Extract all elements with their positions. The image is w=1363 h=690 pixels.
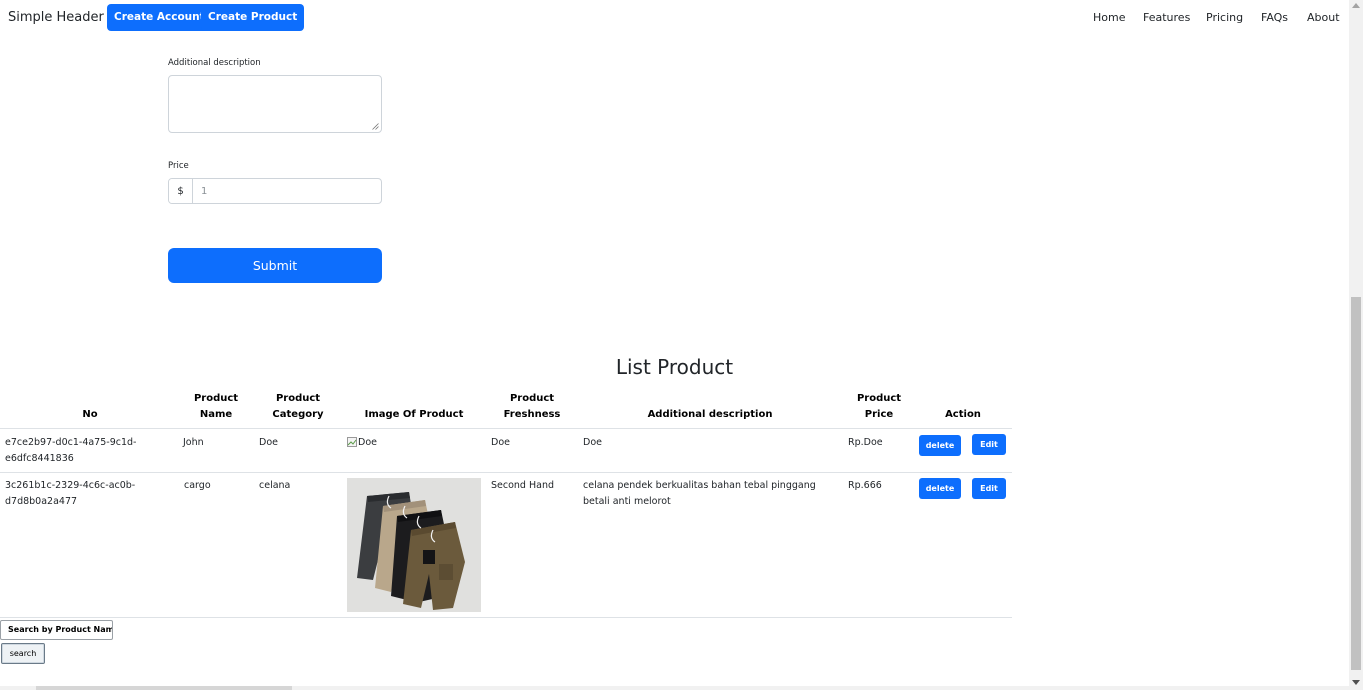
header-product-name-line2: Name (199, 409, 233, 420)
brand-title[interactable]: Simple Header (8, 10, 104, 25)
horizontal-scrollbar[interactable] (0, 686, 1349, 690)
row-description-line2: betali anti melorot (583, 496, 671, 507)
nav-home[interactable]: Home (1093, 11, 1125, 24)
vertical-scrollbar[interactable] (1349, 0, 1363, 690)
row-description-line1: celana pendek berkualitas bahan tebal pi… (583, 480, 816, 491)
row-price: Rp.666 (848, 480, 882, 491)
header-product-name: Product Name (180, 391, 252, 423)
header-no: No (82, 409, 98, 420)
row-description: celana pendek berkualitas bahan tebal pi… (583, 478, 816, 510)
scroll-down-arrow-icon[interactable] (1352, 680, 1360, 685)
table-divider (0, 428, 1012, 429)
nav-features[interactable]: Features (1143, 11, 1190, 24)
list-title: List Product (615, 355, 734, 379)
search-button[interactable]: search (1, 643, 45, 664)
row-id: e7ce2b97-d0c1-4a75-9c1d- e6dfc8441836 (5, 435, 136, 467)
table-divider (0, 472, 1012, 473)
row-product-image (347, 478, 481, 612)
row-id-line1: e7ce2b97-d0c1-4a75-9c1d- (5, 437, 137, 448)
row-id-line2: e6dfc8441836 (5, 453, 74, 464)
header-product-category-line1: Product (275, 393, 321, 404)
edit-button[interactable]: Edit (972, 478, 1006, 499)
shorts-photo (347, 478, 481, 612)
broken-image-icon (347, 437, 357, 447)
header-product-price-line2: Price (864, 409, 894, 420)
nav-about[interactable]: About (1307, 11, 1340, 24)
header-product-price: Product Price (846, 391, 912, 423)
row-id-line1: 3c261b1c-2329-4c6c-ac0b- (5, 480, 136, 491)
header-additional-description: Additional description (647, 409, 773, 420)
row-id: 3c261b1c-2329-4c6c-ac0b- d7d8b0a2a477 (5, 478, 135, 510)
price-label: Price (168, 161, 189, 171)
row-product-freshness: Doe (491, 437, 510, 448)
top-header: Simple Header Create Account Create Prod… (0, 0, 1349, 36)
scroll-up-arrow-icon[interactable] (1352, 3, 1360, 8)
additional-description-textarea[interactable] (168, 75, 382, 133)
additional-description-label: Additional description (168, 58, 261, 68)
vertical-scroll-thumb[interactable] (1351, 297, 1361, 670)
delete-button[interactable]: delete (919, 478, 961, 499)
header-product-freshness: Product Freshness (492, 391, 572, 423)
header-product-price-line1: Product (856, 393, 902, 404)
create-account-button[interactable]: Create Account (107, 4, 212, 31)
price-input[interactable]: 1 (193, 179, 381, 203)
header-product-freshness-line1: Product (509, 393, 555, 404)
nav-faqs[interactable]: FAQs (1261, 11, 1288, 24)
header-product-category: Product Category (258, 391, 338, 423)
edit-button[interactable]: Edit (972, 434, 1006, 455)
create-product-button[interactable]: Create Product (201, 4, 305, 31)
header-product-freshness-line2: Freshness (503, 409, 561, 420)
header-product-name-line1: Product (193, 393, 239, 404)
table-divider (0, 617, 1012, 618)
row-product-image: Doe (347, 437, 377, 448)
row-product-name: cargo (184, 480, 211, 491)
row-image-alt: Doe (358, 437, 377, 448)
header-image: Image Of Product (364, 409, 464, 420)
row-product-freshness: Second Hand (491, 480, 554, 491)
header-action: Action (945, 409, 981, 420)
row-product-category: celana (259, 480, 291, 491)
price-input-group: $ 1 (168, 178, 382, 204)
delete-button[interactable]: delete (919, 435, 961, 456)
row-id-line2: d7d8b0a2a477 (5, 496, 78, 507)
resize-grip-icon[interactable] (372, 123, 379, 130)
header-product-category-line2: Category (272, 409, 324, 420)
row-product-name: John (183, 437, 204, 448)
horizontal-scroll-thumb[interactable] (36, 686, 292, 690)
row-description: Doe (583, 437, 602, 448)
row-price: Rp.Doe (848, 437, 883, 448)
nav-pricing[interactable]: Pricing (1206, 11, 1243, 24)
search-input[interactable]: Search by Product Name (0, 620, 113, 640)
price-currency-prefix: $ (169, 179, 193, 203)
submit-button[interactable]: Submit (168, 248, 382, 283)
row-product-category: Doe (259, 437, 278, 448)
